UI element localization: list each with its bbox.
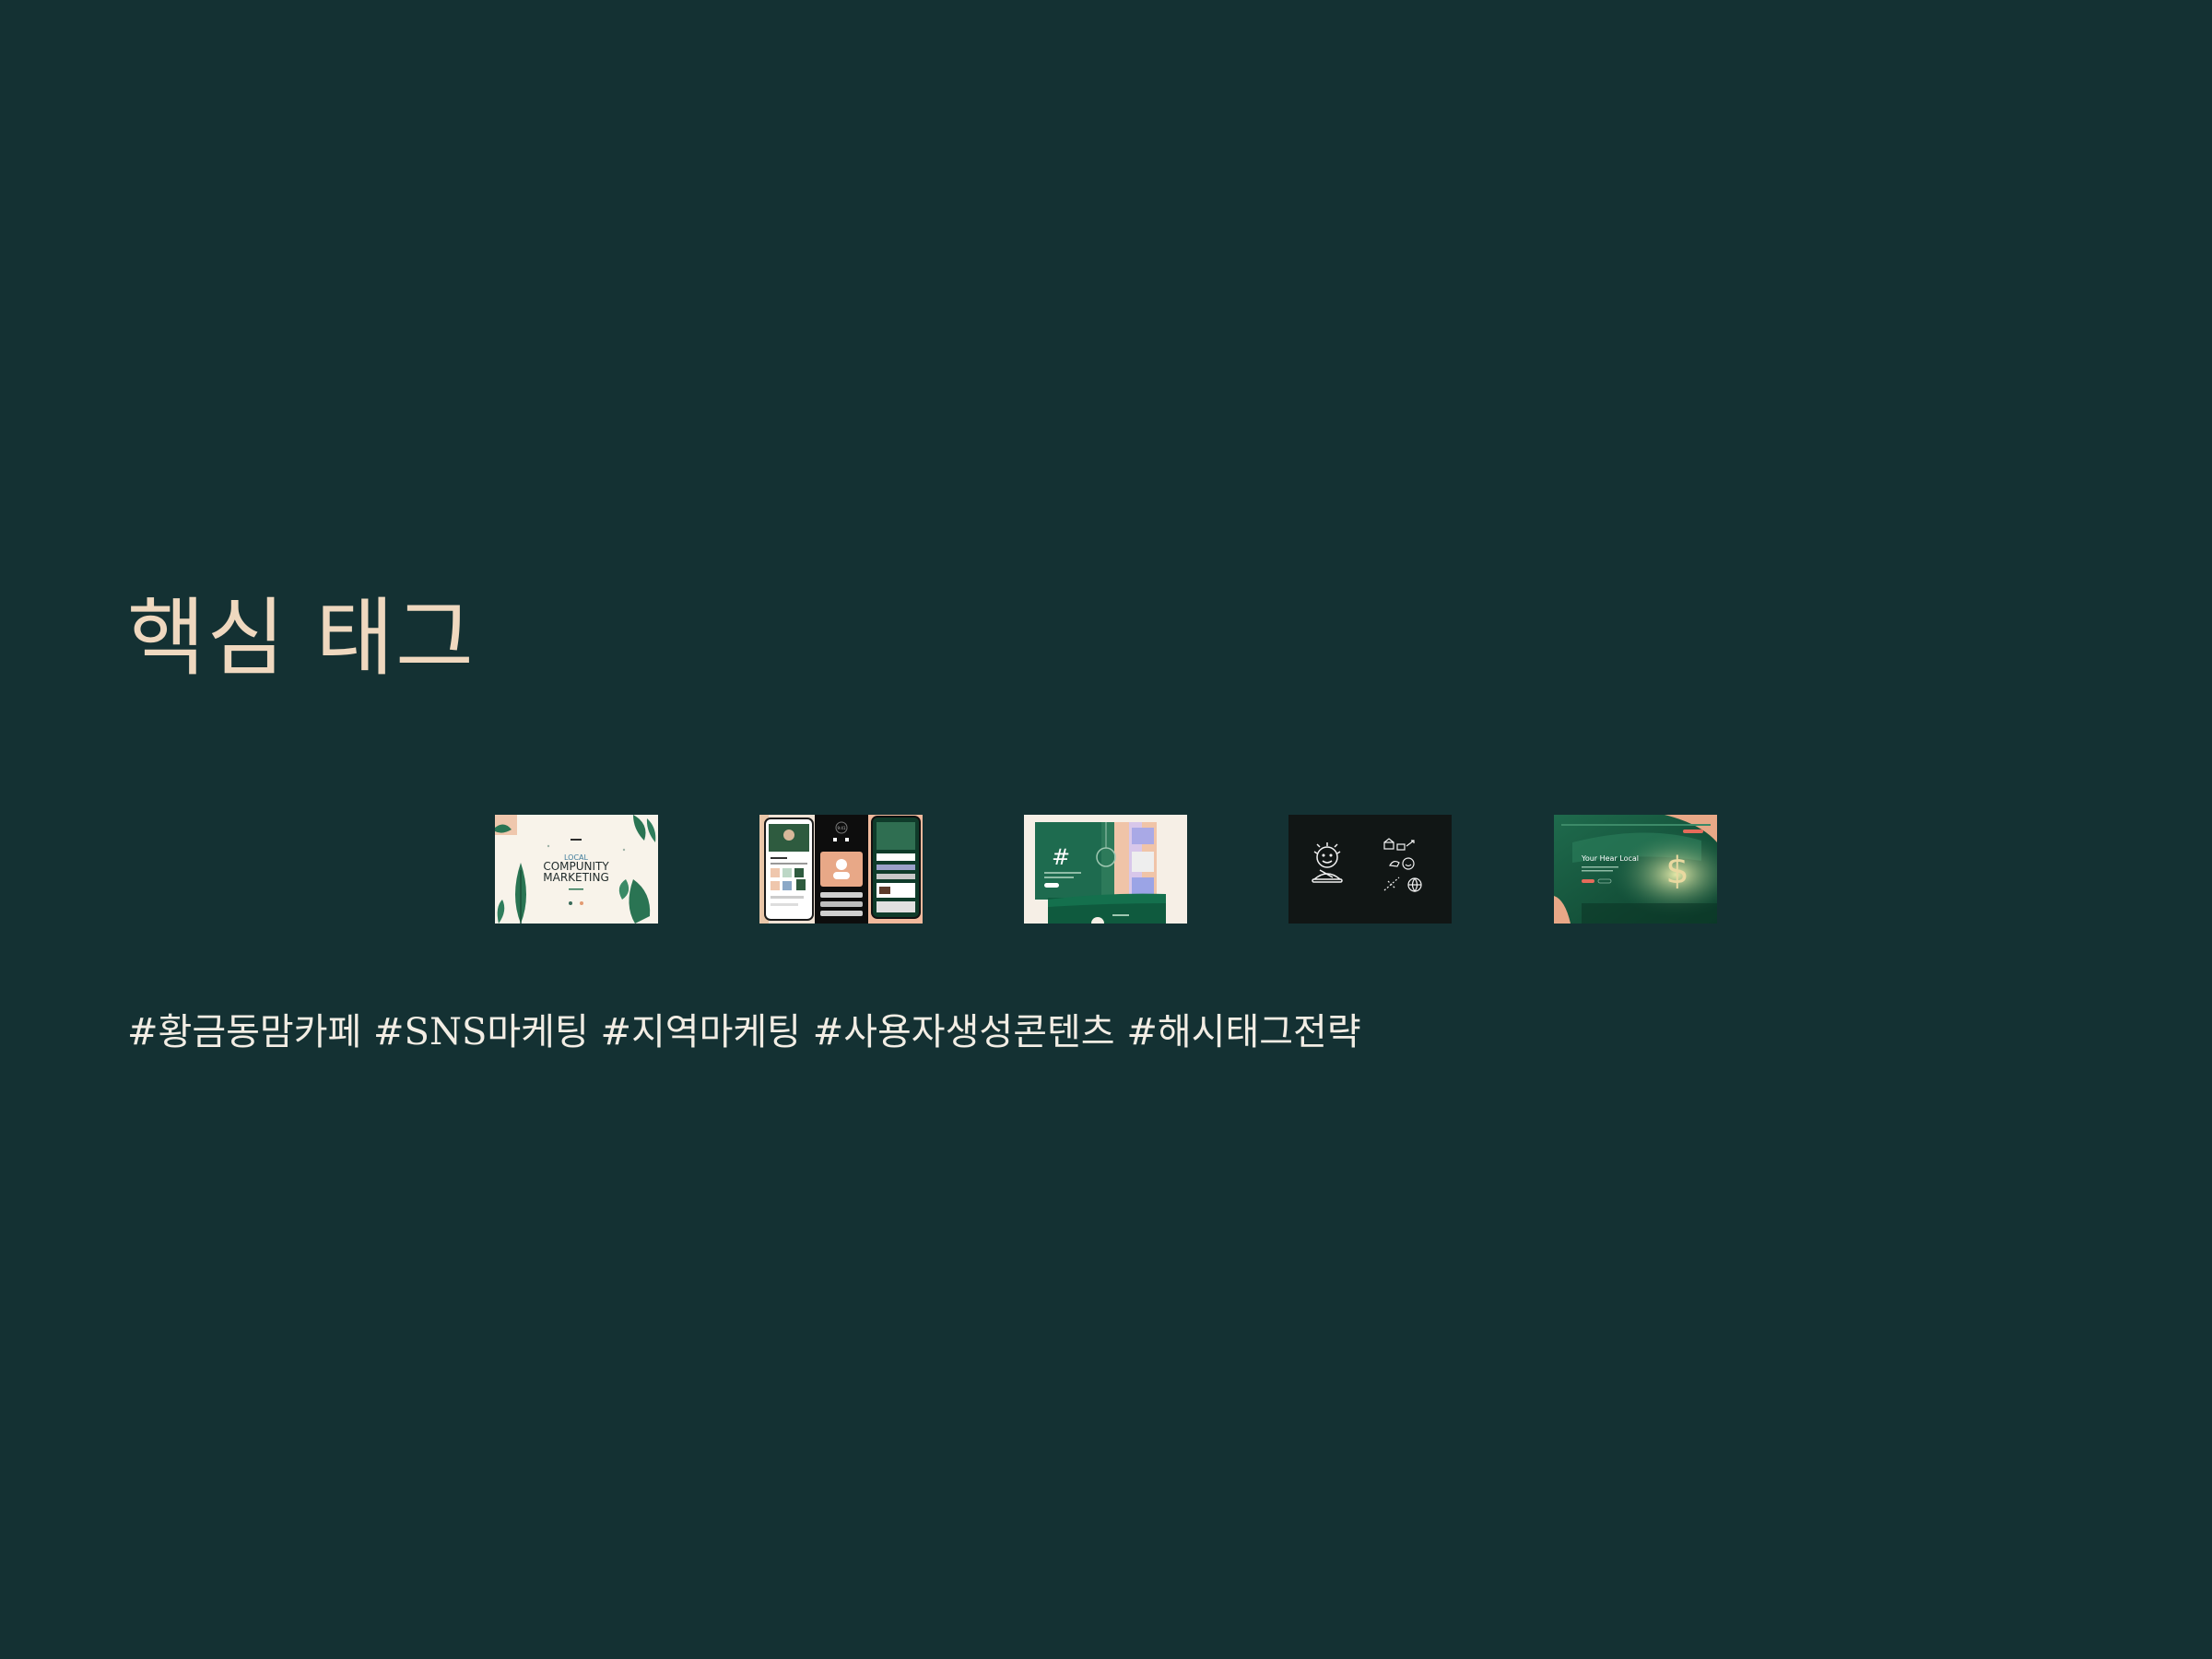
thumbnail-5-graphic: Your Hear Local $ [1554, 815, 1717, 924]
thumbnail-mobile-app-screens[interactable]: 9:41 [759, 815, 923, 924]
thumbnail-hashtag-layout[interactable]: # [1024, 815, 1187, 924]
thumbnail-4-graphic [1288, 815, 1452, 924]
slide-title: 핵심 태그 [127, 589, 476, 688]
slide: 핵심 태그 LOCAL COMPUNITY MARKETING 9:41 # Y… [0, 0, 2212, 1659]
thumb5-symbol: $ [1665, 850, 1688, 892]
thumb1-line3: MARKETING [543, 871, 609, 884]
thumbnail-line-icons[interactable] [1288, 815, 1452, 924]
thumb2-clock: 9:41 [838, 826, 846, 830]
thumbnail-2-graphic: 9:41 [759, 815, 923, 924]
thumbnail-1-graphic: LOCAL COMPUNITY MARKETING [495, 815, 658, 924]
thumbnail-your-hear-local[interactable]: Your Hear Local $ [1554, 815, 1717, 924]
thumb3-hash: # [1052, 844, 1070, 870]
thumbnail-strip: LOCAL COMPUNITY MARKETING 9:41 # Your He… [495, 815, 1717, 924]
hashtag-line: #황금동맘카페 #SNS마케팅 #지역마케팅 #사용자생성콘텐츠 #해시태그전략 [127, 1011, 1361, 1053]
thumb5-headline: Your Hear Local [1581, 854, 1639, 863]
thumbnail-3-graphic: # [1024, 815, 1187, 924]
thumbnail-local-community-marketing[interactable]: LOCAL COMPUNITY MARKETING [495, 815, 658, 924]
